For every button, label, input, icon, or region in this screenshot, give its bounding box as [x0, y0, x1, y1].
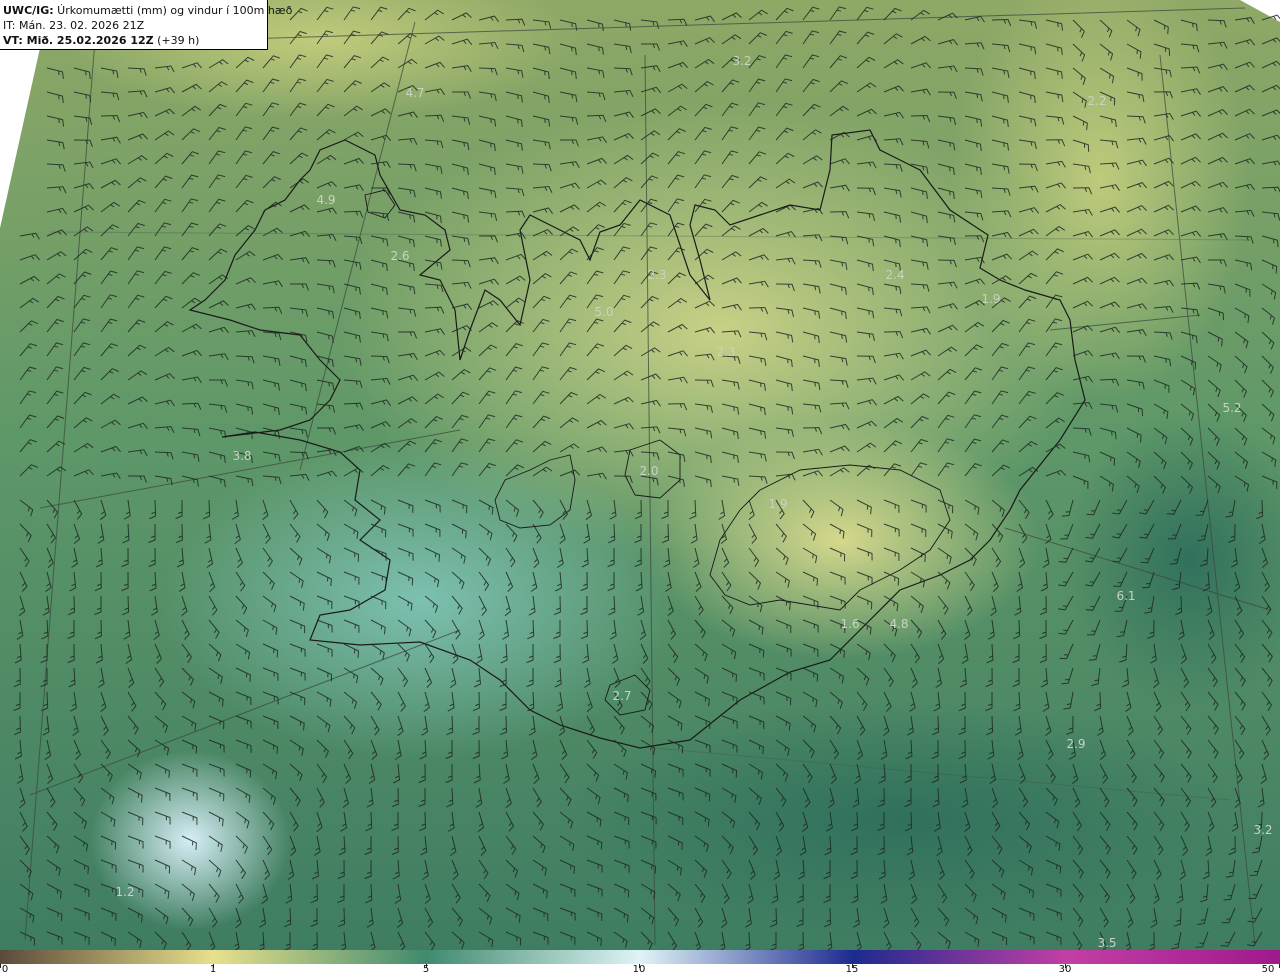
point-value: 4.7: [405, 86, 425, 100]
point-value: 5.2: [1222, 401, 1242, 415]
point-value: 2.2: [1087, 94, 1107, 108]
field-southwest: [160, 440, 680, 760]
point-value: 3.5: [1097, 936, 1117, 950]
colorbar-label: 30: [1058, 964, 1072, 975]
map-header: UWC/IG: Úrkomumætti (mm) og vindur í 100…: [0, 0, 292, 50]
valid-time-label: VT: Mið. 25.02.2026 12Z: [3, 34, 154, 47]
point-value: 1.9: [768, 497, 788, 511]
map-title: Úrkomumætti (mm) og vindur í 100m hæð: [53, 4, 293, 17]
point-value: 2.9: [1066, 737, 1086, 751]
point-value: 2.6: [390, 249, 410, 263]
point-value: 4.9: [316, 193, 336, 207]
model-name: UWC/IG:: [3, 4, 54, 17]
point-value: 1.2: [115, 885, 135, 899]
valid-time-offset: (+39 h): [153, 34, 200, 47]
point-value: 3.2: [1253, 823, 1273, 837]
colorbar-label: 10: [632, 964, 646, 975]
colorbar-label: 5: [422, 964, 430, 975]
point-value: 1.6: [840, 617, 860, 631]
colorbar-label: 1: [209, 964, 217, 975]
colorbar-label: 0: [1, 964, 9, 975]
point-value: 2.4: [885, 268, 905, 282]
point-value: 4.8: [889, 617, 909, 631]
point-value: 5.0: [594, 305, 614, 319]
point-value: 2.3: [647, 268, 667, 282]
point-value: 3.8: [232, 449, 252, 463]
colorbar: 0 1 5 10 15 30 50: [0, 950, 1280, 978]
point-value: 1.9: [981, 292, 1001, 306]
colorbar-strip: [0, 950, 1280, 964]
point-value: 6.1: [1116, 589, 1136, 603]
point-value: 2.0: [639, 464, 659, 478]
field-dark-south: [560, 700, 1240, 940]
colorbar-label: 15: [845, 964, 859, 975]
point-value: 2.3: [716, 345, 736, 359]
point-value: 3.2: [732, 54, 752, 68]
colorbar-label: 50: [1261, 964, 1275, 975]
point-value: 2.7: [612, 689, 632, 703]
precipitation-map[interactable]: UWC/IG: Úrkomumætti (mm) og vindur í 100…: [0, 0, 1280, 950]
init-time-label: IT:: [3, 19, 16, 32]
init-time-value: Mán. 23. 02. 2026 21Z: [15, 19, 145, 32]
